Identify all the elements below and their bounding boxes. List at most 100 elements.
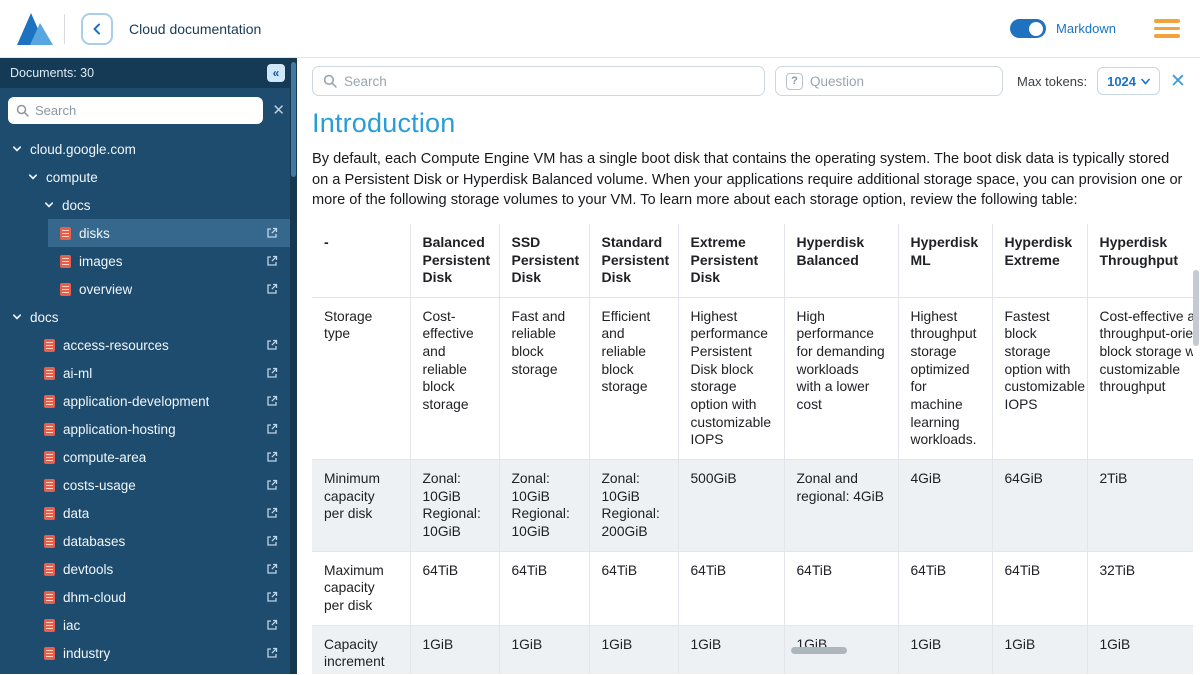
external-link-icon[interactable]: [266, 619, 278, 631]
sidebar-item-cloud.google.com[interactable]: cloud.google.com: [0, 135, 290, 163]
external-link-icon[interactable]: [266, 367, 278, 379]
document-label: databases: [63, 533, 126, 549]
document-icon: [44, 590, 55, 604]
chevron-down-icon: [12, 144, 22, 154]
document-icon: [60, 282, 71, 296]
sidebar-scrollbar-thumb[interactable]: [291, 62, 296, 177]
table-cell: Cost-effective and reliable block storag…: [409, 297, 499, 460]
main-panel: ? Max tokens: 1024 ✕ Introduction By def…: [297, 58, 1200, 674]
sidebar-item-iac[interactable]: iac: [32, 611, 290, 639]
search-input[interactable]: [344, 73, 754, 89]
document-icon: [60, 254, 71, 268]
column-header: Hyperdisk ML: [897, 224, 992, 298]
sidebar-item-docs[interactable]: docs: [0, 303, 290, 331]
table-cell: Zonal: 10GiB Regional: 10GiB: [409, 459, 499, 552]
max-tokens-label: Max tokens:: [1017, 73, 1088, 89]
sidebar-item-access-resources[interactable]: access-resources: [32, 331, 290, 359]
question-input[interactable]: [810, 73, 992, 89]
table-cell: 1GiB: [1086, 625, 1193, 674]
sidebar-collapse-button[interactable]: «: [267, 64, 285, 82]
document-label: compute-area: [63, 449, 147, 465]
horizontal-scrollbar-thumb[interactable]: [791, 647, 847, 654]
search-icon: [16, 104, 29, 117]
document-icon: [44, 534, 55, 548]
document-label: images: [79, 253, 123, 269]
sidebar-item-overview[interactable]: overview: [48, 275, 290, 303]
sidebar-search-box: [8, 97, 264, 124]
sidebar-item-docs[interactable]: docs: [32, 191, 290, 219]
clear-search-icon[interactable]: ✕: [272, 103, 285, 118]
external-link-icon[interactable]: [266, 339, 278, 351]
sidebar-item-application-hosting[interactable]: application-hosting: [32, 415, 290, 443]
row-header: Storage type: [312, 297, 410, 460]
table-cell: 4GiB: [897, 459, 992, 552]
chevron-down-icon: [12, 312, 22, 322]
toggle-knob: [1029, 21, 1044, 36]
folder-label: docs: [62, 197, 91, 213]
table-cell: 1GiB: [677, 625, 784, 674]
external-link-icon[interactable]: [266, 563, 278, 575]
table-cell: Fast and reliable block storage: [498, 297, 589, 460]
sidebar-search-input[interactable]: [35, 103, 256, 118]
table-cell: 1GiB: [991, 625, 1087, 674]
sidebar-item-compute-area[interactable]: compute-area: [32, 443, 290, 471]
document-icon: [44, 338, 55, 352]
external-link-icon[interactable]: [266, 535, 278, 547]
external-link-icon[interactable]: [266, 507, 278, 519]
sidebar-item-data[interactable]: data: [32, 499, 290, 527]
sidebar-item-devtools[interactable]: devtools: [32, 555, 290, 583]
document-icon: [44, 450, 55, 464]
sidebar-item-application-development[interactable]: application-development: [32, 387, 290, 415]
storage-table-container[interactable]: - Balanced Persistent Disk SSD Persistent …: [312, 224, 1193, 674]
markdown-toggle[interactable]: [1010, 19, 1047, 38]
table-cell: 64GiB: [991, 459, 1087, 552]
external-link-icon[interactable]: [266, 591, 278, 603]
sidebar-item-disks[interactable]: disks: [48, 219, 290, 247]
table-cell: Highest performance Persistent Disk bloc…: [677, 297, 784, 460]
external-link-icon[interactable]: [266, 227, 278, 239]
sidebar-item-databases[interactable]: databases: [32, 527, 290, 555]
search-field: [312, 66, 765, 96]
chevron-down-icon: [1141, 78, 1150, 85]
chevron-left-icon: [91, 23, 103, 35]
table-row: Capacity increment 1GiB 1GiB 1GiB 1GiB 1GiB 1G…: [312, 625, 1193, 674]
page-heading: Introduction: [312, 108, 456, 138]
sidebar-item-costs-usage[interactable]: costs-usage: [32, 471, 290, 499]
menu-icon[interactable]: [1154, 19, 1180, 38]
table-cell: Cost-effective and throughput-oriented b…: [1086, 297, 1193, 460]
table-cell: Zonal: 10GiB Regional: 200GiB: [588, 459, 678, 552]
sidebar-item-images[interactable]: images: [48, 247, 290, 275]
external-link-icon[interactable]: [266, 451, 278, 463]
intro-paragraph: By default, each Compute Engine VM has a…: [312, 151, 1183, 209]
column-header: Hyperdisk Throughput: [1086, 224, 1193, 298]
sidebar: Documents: 30 « ✕ cloud.google.com comput…: [0, 58, 297, 674]
column-header: Standard Persistent Disk: [588, 224, 678, 298]
sidebar-header: Documents: 30 «: [0, 58, 297, 88]
table-cell: Zonal and regional: 4GiB: [783, 459, 898, 552]
document-label: costs-usage: [63, 477, 136, 493]
table-cell: 64TiB: [498, 551, 589, 626]
external-link-icon[interactable]: [266, 647, 278, 659]
vertical-scrollbar-thumb[interactable]: [1193, 270, 1199, 346]
chevron-down-icon: [28, 172, 38, 182]
table-cell: 64TiB: [897, 551, 992, 626]
external-link-icon[interactable]: [266, 255, 278, 267]
question-field: ?: [775, 66, 1003, 96]
close-icon[interactable]: ✕: [1170, 72, 1186, 91]
sidebar-item-ai-ml[interactable]: ai-ml: [32, 359, 290, 387]
sidebar-item-compute[interactable]: compute: [16, 163, 290, 191]
external-link-icon[interactable]: [266, 395, 278, 407]
external-link-icon[interactable]: [266, 423, 278, 435]
sidebar-scrollbar[interactable]: [290, 58, 297, 674]
external-link-icon[interactable]: [266, 479, 278, 491]
sidebar-item-dhm-cloud[interactable]: dhm-cloud: [32, 583, 290, 611]
back-button[interactable]: [81, 12, 113, 45]
document-label: application-development: [63, 393, 210, 409]
documents-count: Documents: 30: [10, 66, 95, 80]
sidebar-item-industry[interactable]: industry: [32, 639, 290, 667]
table-cell: 500GiB: [677, 459, 784, 552]
max-tokens-dropdown[interactable]: 1024: [1097, 67, 1161, 95]
topbar: Cloud documentation Markdown: [0, 0, 1200, 58]
table-row: Maximum capacity per disk 64TiB 64TiB 64TiB…: [312, 551, 1193, 626]
external-link-icon[interactable]: [266, 283, 278, 295]
